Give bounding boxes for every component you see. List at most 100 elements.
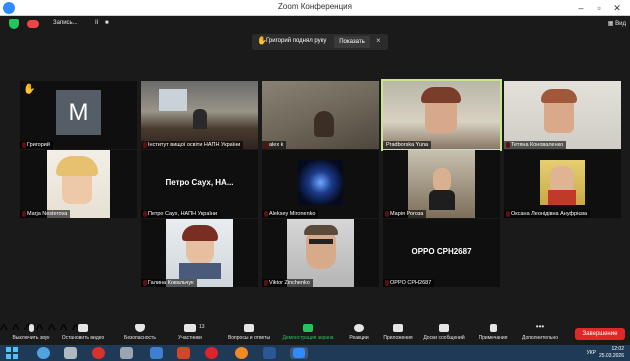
cloud-recording-icon[interactable] bbox=[27, 20, 39, 28]
participant-name: Тетяна Коноваленко bbox=[504, 141, 567, 149]
participant-name: Марія Рогоза bbox=[383, 210, 427, 218]
meeting-top-bar: Запись... II ■ ▦ Вид bbox=[0, 16, 630, 32]
video-camera-icon bbox=[78, 324, 88, 332]
participant-tile-nesterova[interactable]: Marja Nesterova bbox=[20, 150, 137, 218]
view-button[interactable]: ▦ Вид bbox=[608, 20, 626, 27]
person-face bbox=[306, 229, 336, 269]
media-player-icon[interactable] bbox=[92, 347, 105, 359]
participant-tile-institute[interactable]: Інститут вищої освіти НАПН України bbox=[141, 81, 258, 149]
person-figure bbox=[193, 109, 207, 129]
app-icon[interactable] bbox=[120, 347, 133, 359]
reactions-button[interactable]: Реакции bbox=[344, 324, 374, 341]
notes-label: Примечания bbox=[478, 335, 508, 341]
participant-name: OPPO CPH2687 bbox=[383, 279, 435, 287]
stop-recording-button[interactable]: ■ bbox=[105, 20, 109, 26]
participant-name: Оксана Леонідівна Ануфрієва bbox=[504, 210, 591, 218]
participant-display-name: Петро Саух, НА... bbox=[165, 178, 234, 187]
meeting-toolbar: Выключить звук ^ Остановить видео ^ Безо… bbox=[0, 322, 630, 345]
participant-tile-oppo[interactable]: OPPO CPH2687 OPPO CPH2687 bbox=[383, 219, 500, 287]
more-button[interactable]: ••• Дополнительно bbox=[516, 322, 564, 342]
app-icon[interactable] bbox=[64, 347, 77, 359]
notes-button[interactable]: Примечания bbox=[476, 324, 510, 341]
whiteboard-label: Доски сообщений bbox=[423, 335, 465, 341]
participant-tile-grigoriy[interactable]: ✋ M Григорий bbox=[20, 81, 137, 149]
participant-tile-mironenko[interactable]: Aleksey Mironenko bbox=[262, 150, 379, 218]
person-hair bbox=[541, 89, 577, 103]
security-label: Безопасность bbox=[124, 335, 156, 341]
participant-tile-rogoza[interactable]: Марія Рогоза bbox=[383, 150, 500, 218]
windows-start-icon[interactable] bbox=[6, 347, 19, 359]
security-button[interactable]: Безопасность bbox=[118, 324, 162, 341]
close-window-button[interactable]: ✕ bbox=[608, 1, 626, 15]
reactions-label: Реакции bbox=[349, 335, 369, 341]
system-clock[interactable]: 12:02 25.03.2026 bbox=[599, 346, 624, 360]
participant-name: alex k bbox=[262, 141, 287, 149]
participant-tile-anufrieva[interactable]: Оксана Леонідівна Ануфрієва bbox=[504, 150, 621, 218]
share-screen-icon bbox=[303, 324, 313, 332]
show-button[interactable]: Показать bbox=[334, 36, 370, 48]
windows-taskbar: УКР 12:02 25.03.2026 bbox=[0, 345, 630, 361]
opera-browser-icon[interactable] bbox=[205, 347, 218, 359]
mute-button[interactable]: Выключить звук bbox=[10, 324, 52, 341]
person-hair bbox=[182, 225, 218, 241]
whiteboard-icon bbox=[439, 324, 449, 332]
raised-hand-notification: ✋ Григорий поднял руку Показать × bbox=[252, 34, 388, 50]
firefox-browser-icon[interactable] bbox=[235, 347, 248, 359]
end-meeting-button[interactable]: Завершение bbox=[575, 328, 625, 340]
word-icon[interactable] bbox=[263, 347, 276, 359]
participant-tile-sauh[interactable]: Петро Саух, НА... Петро Саух, НАПН Украї… bbox=[141, 150, 258, 218]
participant-name: Галина Ковальчук bbox=[141, 279, 197, 287]
participant-tile-konovalenko[interactable]: Тетяна Коноваленко bbox=[504, 81, 621, 149]
app-icon[interactable] bbox=[150, 347, 163, 359]
participant-display-name: OPPO CPH2687 bbox=[411, 247, 472, 256]
person-hair bbox=[421, 87, 461, 103]
title-bar: Zoom Конференция – ▫ ✕ bbox=[0, 0, 630, 16]
zoom-app-icon[interactable] bbox=[290, 347, 308, 359]
close-notification-button[interactable]: × bbox=[376, 36, 381, 45]
zoom-logo-icon bbox=[293, 348, 305, 358]
participants-button[interactable]: 13 Участники bbox=[172, 324, 208, 341]
participant-tile-zinchenko[interactable]: Viktor Zinchenko bbox=[262, 219, 379, 287]
participants-icon bbox=[184, 324, 196, 332]
stop-video-button[interactable]: Остановить видео bbox=[58, 324, 108, 341]
person-clothing bbox=[548, 190, 576, 205]
participant-tile-alex-k[interactable]: alex k bbox=[262, 81, 379, 149]
participant-tile-kovalchuk[interactable]: Галина Ковальчук bbox=[141, 219, 258, 287]
participants-label: Участники bbox=[178, 335, 202, 341]
ie-browser-icon[interactable] bbox=[37, 347, 50, 359]
zoom-window: Zoom Конференция – ▫ ✕ Запись... II ■ ▦ … bbox=[0, 0, 630, 361]
reaction-icon bbox=[354, 324, 364, 332]
avatar: M bbox=[56, 90, 101, 135]
qa-icon bbox=[244, 324, 254, 332]
qa-button[interactable]: Вопросы и ответы bbox=[224, 324, 274, 341]
participant-name: Pradborska Yuna bbox=[383, 141, 432, 149]
share-screen-button[interactable]: Демонстрация экрана bbox=[280, 324, 336, 341]
notification-message: Григорий поднял руку bbox=[266, 38, 327, 44]
audio-options-caret-icon[interactable]: ^ bbox=[0, 322, 8, 339]
apps-icon bbox=[393, 324, 403, 332]
more-icon: ••• bbox=[535, 322, 545, 331]
maximize-button[interactable]: ▫ bbox=[590, 1, 608, 15]
minimize-button[interactable]: – bbox=[572, 1, 590, 15]
participant-name: Marja Nesterova bbox=[20, 210, 71, 218]
qa-label: Вопросы и ответы bbox=[227, 335, 271, 341]
pause-recording-button[interactable]: II bbox=[95, 20, 98, 26]
person-figure bbox=[429, 190, 455, 210]
person-clothing bbox=[179, 263, 221, 279]
participant-tile-active-speaker[interactable]: Pradborska Yuna bbox=[381, 79, 502, 151]
recording-label: Запись... bbox=[53, 20, 78, 26]
window-background bbox=[159, 89, 187, 111]
raised-hand-icon: ✋ bbox=[23, 84, 36, 95]
powerpoint-icon[interactable] bbox=[177, 347, 190, 359]
security-shield-icon[interactable] bbox=[9, 19, 19, 29]
whiteboard-button[interactable]: Доски сообщений bbox=[420, 324, 468, 341]
person-face bbox=[433, 168, 451, 192]
mute-label: Выключить звук bbox=[12, 335, 50, 341]
notes-icon bbox=[489, 324, 497, 332]
more-label: Дополнительно bbox=[522, 335, 558, 341]
language-indicator[interactable]: УКР bbox=[587, 350, 596, 356]
participants-count: 13 bbox=[199, 324, 205, 330]
person-figure bbox=[314, 111, 334, 137]
apps-button[interactable]: Приложения bbox=[380, 324, 416, 341]
profile-picture bbox=[298, 160, 343, 205]
